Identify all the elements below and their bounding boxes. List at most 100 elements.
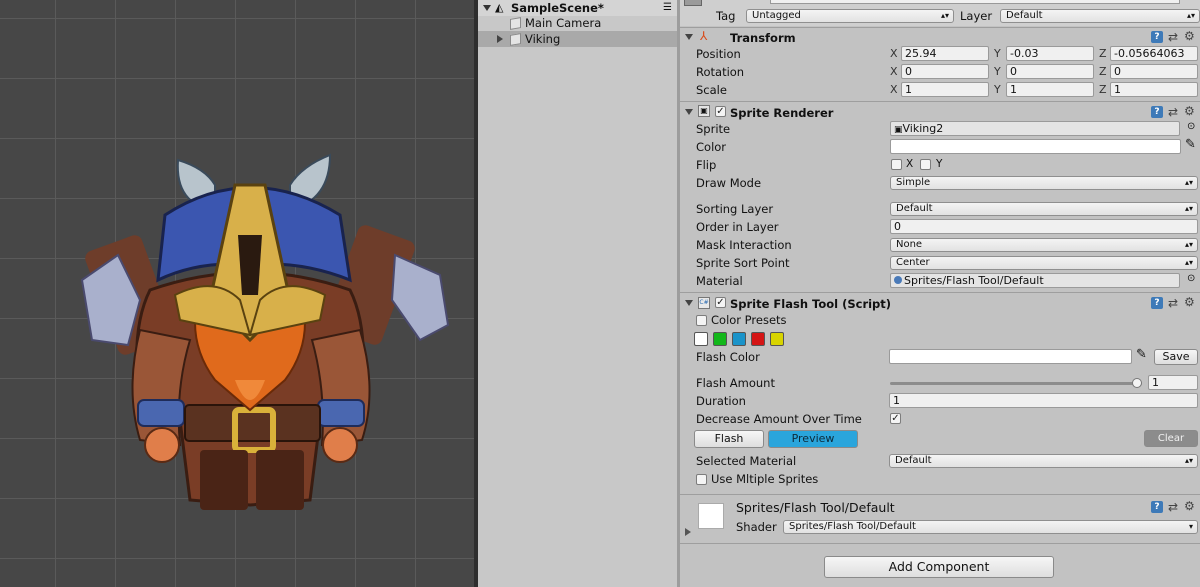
clear-button[interactable]: Clear (1144, 430, 1198, 447)
flash-tool-enabled-checkbox[interactable]: ✓ (715, 297, 726, 308)
eyedropper-icon[interactable]: ✎ (1185, 137, 1196, 152)
color-field[interactable] (890, 139, 1181, 154)
gear-icon[interactable]: ⚙ (1184, 296, 1195, 308)
multiple-sprites-label: Use Mltiple Sprites (711, 472, 819, 486)
sorting-layer-label: Sorting Layer (696, 202, 774, 216)
position-x-field[interactable]: 25.94 (901, 46, 989, 61)
separator (680, 27, 1200, 28)
dropdown-arrow-icon: ▴▾ (1184, 204, 1193, 213)
script-icon: C# (698, 297, 710, 309)
rotation-x-field[interactable]: 0 (901, 64, 989, 79)
mask-interaction-dropdown[interactable]: None ▴▾ (890, 238, 1198, 252)
dropdown-arrow-icon: ▴▾ (1184, 178, 1193, 187)
save-button[interactable]: Save (1154, 349, 1198, 365)
shader-dropdown[interactable]: Sprites/Flash Tool/Default ▾ (783, 520, 1198, 534)
flip-x-label: X (906, 158, 914, 170)
gameobject-name-field[interactable] (770, 0, 1180, 4)
presets-icon[interactable]: ⇄ (1168, 501, 1178, 513)
flash-tool-fold-icon[interactable] (685, 300, 693, 306)
color-presets-checkbox[interactable] (696, 315, 707, 326)
preset-swatch-green[interactable] (713, 332, 727, 346)
eyedropper-icon[interactable]: ✎ (1136, 347, 1147, 362)
sprite-field[interactable]: ▣Viking2 (890, 121, 1180, 136)
gear-icon[interactable]: ⚙ (1184, 500, 1195, 512)
flash-color-field[interactable] (889, 349, 1132, 364)
transform-fold-icon[interactable] (685, 34, 693, 40)
dropdown-arrow-icon: ▴▾ (940, 11, 949, 20)
expand-icon[interactable] (497, 35, 503, 43)
shader-label: Shader (736, 520, 777, 534)
scale-x-field[interactable]: 1 (901, 82, 989, 97)
viking-sprite[interactable] (0, 0, 474, 587)
material-value: Sprites/Flash Tool/Default (904, 274, 1044, 287)
mask-interaction-label: Mask Interaction (696, 238, 792, 252)
tag-dropdown[interactable]: Untagged ▴▾ (746, 9, 954, 23)
transform-title: Transform (730, 31, 796, 45)
flash-amount-slider-track[interactable] (890, 378, 1142, 388)
duration-field[interactable]: 1 (889, 393, 1198, 408)
help-icon[interactable]: ? (1151, 31, 1163, 43)
scene-menu-icon[interactable]: ☰ (663, 0, 672, 16)
flip-y-checkbox[interactable] (920, 159, 931, 170)
gameobject-icon (509, 17, 520, 28)
draw-mode-label: Draw Mode (696, 176, 762, 190)
flash-amount-slider-thumb[interactable] (1132, 378, 1142, 388)
sprite-label: Sprite (696, 122, 731, 136)
help-icon[interactable]: ? (1151, 106, 1163, 118)
sorting-layer-dropdown[interactable]: Default ▴▾ (890, 202, 1198, 216)
axis-y-label: Y (994, 65, 1001, 78)
sprite-renderer-enabled-checkbox[interactable]: ✓ (715, 106, 726, 117)
object-picker-icon[interactable]: ⊙ (1187, 121, 1195, 132)
axis-x-label: X (890, 83, 898, 96)
scene-name: SampleScene* (511, 1, 604, 15)
dropdown-arrow-icon: ▴▾ (1186, 11, 1195, 20)
rotation-z-field[interactable]: 0 (1110, 64, 1198, 79)
sprite-sort-point-dropdown[interactable]: Center ▴▾ (890, 256, 1198, 270)
material-name: Sprites/Flash Tool/Default (736, 500, 895, 515)
dropdown-arrow-icon: ▴▾ (1184, 240, 1193, 249)
presets-icon[interactable]: ⇄ (1168, 31, 1178, 43)
expand-icon[interactable] (685, 528, 691, 536)
preset-swatch-blue[interactable] (732, 332, 746, 346)
material-field[interactable]: Sprites/Flash Tool/Default (890, 273, 1180, 288)
flash-button[interactable]: Flash (694, 430, 764, 448)
add-component-button[interactable]: Add Component (824, 556, 1054, 578)
scene-fold-icon[interactable] (483, 5, 491, 11)
draw-mode-dropdown[interactable]: Simple ▴▾ (890, 176, 1198, 190)
presets-icon[interactable]: ⇄ (1168, 106, 1178, 118)
axis-z-label: Z (1099, 65, 1107, 78)
sprite-renderer-fold-icon[interactable] (685, 109, 693, 115)
multiple-sprites-checkbox[interactable] (696, 474, 707, 485)
help-icon[interactable]: ? (1151, 501, 1163, 513)
tag-label: Tag (716, 9, 736, 23)
flip-y-label: Y (936, 158, 943, 170)
scale-y-field[interactable]: 1 (1006, 82, 1094, 97)
gear-icon[interactable]: ⚙ (1184, 30, 1195, 42)
axis-y-label: Y (994, 83, 1001, 96)
hierarchy-scene-row[interactable]: ◭ SampleScene* ☰ (478, 0, 677, 16)
selected-material-dropdown[interactable]: Default ▴▾ (889, 454, 1198, 468)
gear-icon[interactable]: ⚙ (1184, 105, 1195, 117)
decrease-amount-checkbox[interactable]: ✓ (890, 413, 901, 424)
layer-dropdown[interactable]: Default ▴▾ (1000, 9, 1200, 23)
preset-swatch-yellow[interactable] (770, 332, 784, 346)
position-z-field[interactable]: -0.05664063 (1110, 46, 1198, 61)
flip-label: Flip (696, 158, 717, 172)
preset-swatch-red[interactable] (751, 332, 765, 346)
scale-z-field[interactable]: 1 (1110, 82, 1198, 97)
flash-amount-field[interactable]: 1 (1148, 375, 1198, 390)
presets-icon[interactable]: ⇄ (1168, 297, 1178, 309)
preset-swatch-white[interactable] (694, 332, 708, 346)
hierarchy-item-main-camera[interactable]: Main Camera (478, 15, 677, 31)
preview-button[interactable]: Preview (768, 430, 858, 448)
help-icon[interactable]: ? (1151, 297, 1163, 309)
rotation-y-field[interactable]: 0 (1006, 64, 1094, 79)
scene-view[interactable] (0, 0, 474, 587)
flip-x-checkbox[interactable] (891, 159, 902, 170)
order-in-layer-field[interactable]: 0 (890, 219, 1198, 234)
transform-icon: ⅄ (700, 29, 708, 43)
position-y-field[interactable]: -0.03 (1006, 46, 1094, 61)
hierarchy-item-viking[interactable]: Viking (478, 31, 677, 47)
hierarchy-item-label: Viking (525, 32, 561, 46)
object-picker-icon[interactable]: ⊙ (1187, 273, 1195, 284)
